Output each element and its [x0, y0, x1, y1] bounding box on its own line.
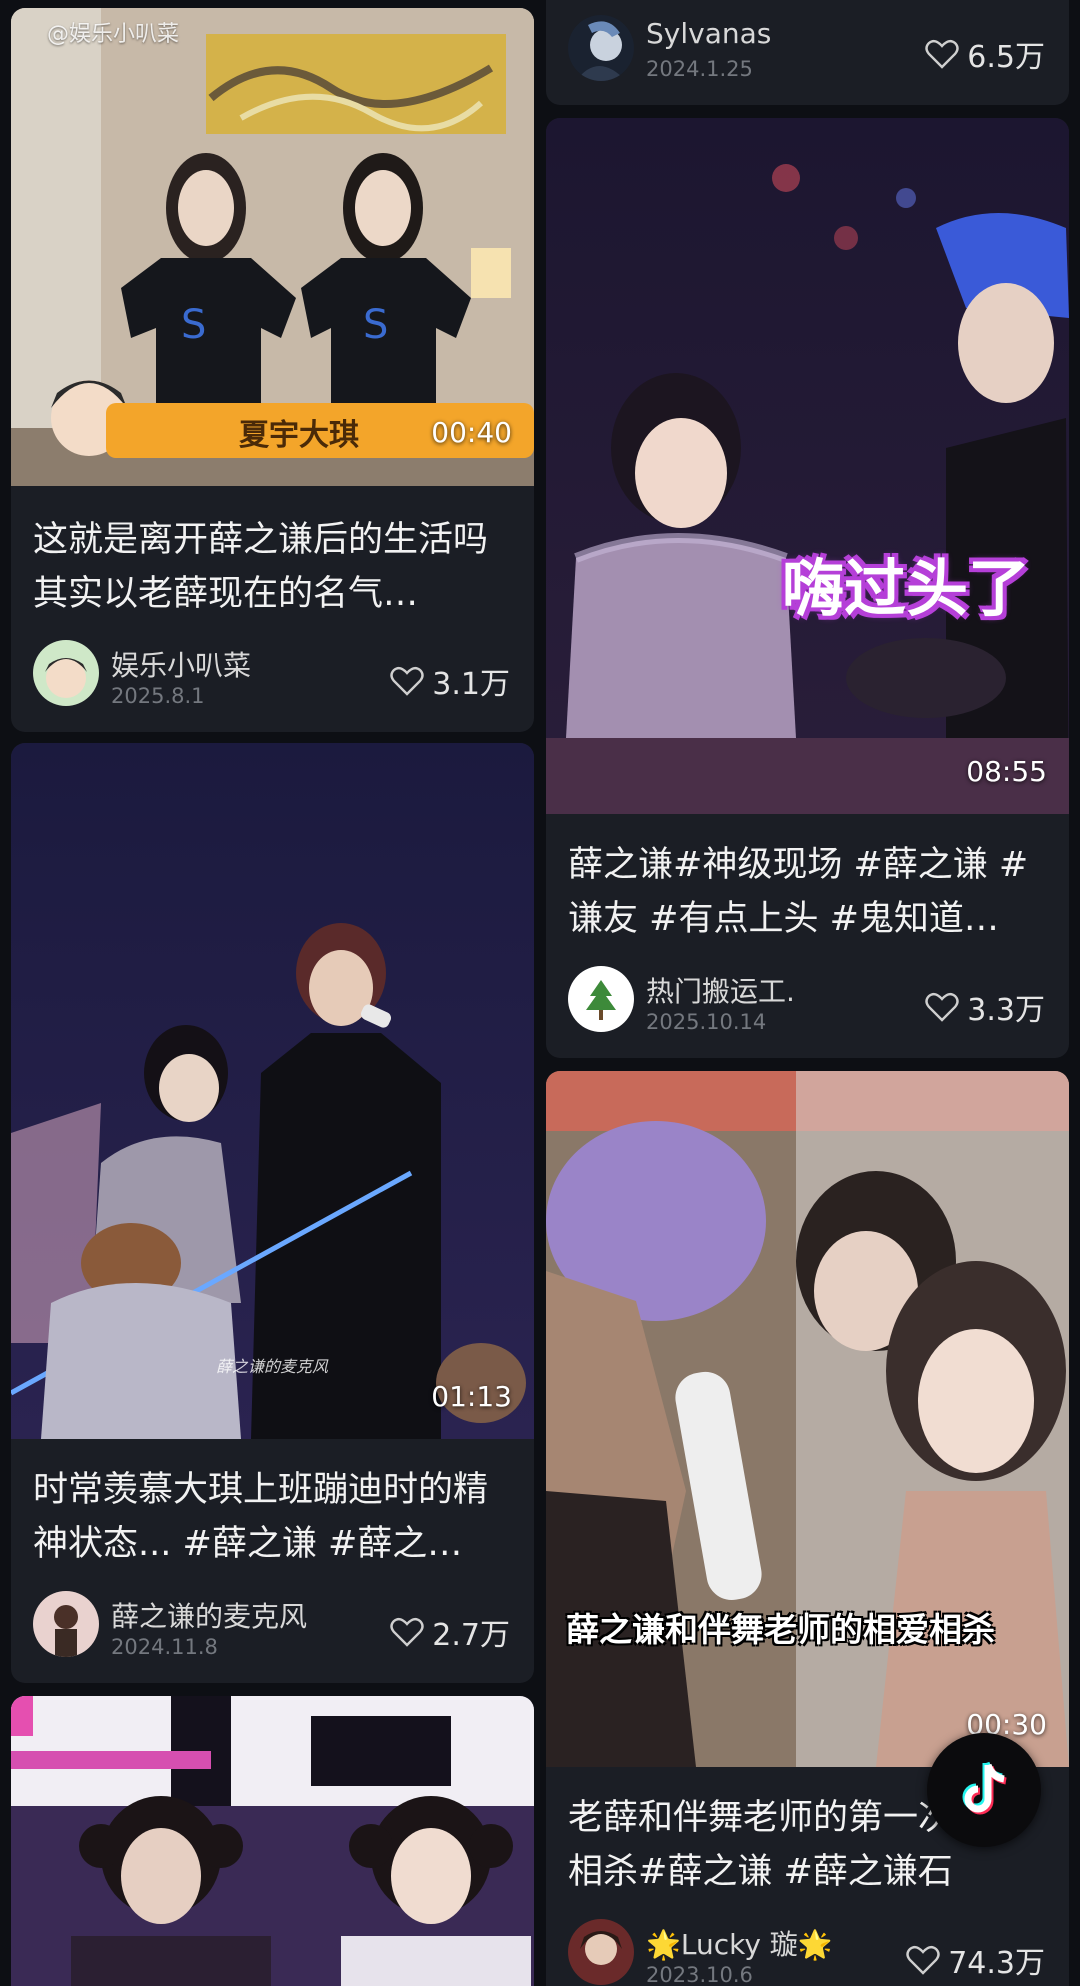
author-name[interactable]: 薛之谦的麦克风	[111, 1595, 307, 1635]
heart-outline-icon	[390, 666, 424, 696]
post-date: 2024.1.25	[646, 57, 753, 81]
video-duration: 00:40	[431, 416, 512, 449]
like-count[interactable]: 3.1万	[390, 659, 510, 703]
subtitle-text: 薛之谦和伴舞老师的相爱相杀	[566, 1610, 995, 1649]
caption-banner: 夏宇大琪	[239, 418, 359, 453]
author-name[interactable]: 热门搬运工.	[646, 970, 795, 1010]
avatar[interactable]	[33, 1591, 99, 1657]
thumbnail-image	[11, 743, 534, 1439]
author-name[interactable]: Sylvanas	[646, 17, 771, 50]
like-count[interactable]: 74.3万	[906, 1938, 1045, 1982]
video-duration: 01:13	[431, 1380, 512, 1413]
video-card[interactable]: S S @娱乐小叭菜 夏宇大琪 00:40 这就是离开薛之谦后的生活吗 其实以老…	[11, 8, 534, 732]
author-name[interactable]: 娱乐小叭菜	[111, 644, 251, 684]
svg-text:S: S	[363, 302, 388, 348]
video-card[interactable]: 薛之谦和伴舞老师的相爱相杀 00:30 老薛和伴舞老师的第一次相爱相杀#薛之谦 …	[546, 1071, 1069, 1986]
video-thumbnail[interactable]: 薛之谦和伴舞老师的相爱相杀 00:30	[546, 1071, 1069, 1767]
thumbnail-image	[11, 1696, 534, 1986]
avatar[interactable]	[568, 1919, 634, 1985]
video-title[interactable]: 薛之谦#神级现场 #薛之谦 #谦友 #有点上头 #鬼知道…	[568, 838, 1047, 946]
video-duration: 08:55	[966, 755, 1047, 788]
video-thumbnail[interactable]: 薛之谦的麦克风 01:13	[11, 743, 534, 1439]
post-date: 2025.8.1	[111, 684, 205, 708]
avatar[interactable]	[568, 15, 634, 81]
photo-caption: 薛之谦的麦克风	[216, 1357, 329, 1376]
like-count-text: 3.1万	[432, 667, 510, 702]
like-count[interactable]: 2.7万	[390, 1610, 510, 1654]
heart-outline-icon	[925, 39, 959, 69]
video-thumbnail[interactable]: 嗨过头了 08:55	[546, 118, 1069, 814]
thumbnail-image	[546, 118, 1069, 814]
post-date: 2025.10.14	[646, 1010, 767, 1034]
watermark: @娱乐小叭菜	[47, 22, 180, 47]
thumbnail-image	[546, 1071, 1069, 1767]
svg-text:S: S	[181, 302, 206, 348]
video-thumbnail[interactable]	[11, 1696, 534, 1986]
avatar[interactable]	[33, 640, 99, 706]
heart-outline-icon	[906, 1945, 940, 1975]
like-count[interactable]: 6.5万	[925, 32, 1045, 76]
video-title[interactable]: 时常羡慕大琪上班蹦迪时的精神状态... #薛之谦 #薛之…	[33, 1463, 512, 1571]
heart-outline-icon	[925, 992, 959, 1022]
author-name[interactable]: 🌟Lucky 璇🌟	[646, 1923, 833, 1963]
like-count-text: 3.3万	[967, 993, 1045, 1028]
avatar[interactable]	[568, 966, 634, 1032]
video-thumbnail[interactable]: S S @娱乐小叭菜 夏宇大琪 00:40	[11, 8, 534, 486]
tiktok-logo-icon	[962, 1761, 1007, 1815]
like-count-text: 6.5万	[967, 40, 1045, 75]
like-count[interactable]: 3.3万	[925, 985, 1045, 1029]
tiktok-floating-button[interactable]	[927, 1733, 1041, 1847]
video-title[interactable]: 这就是离开薛之谦后的生活吗 其实以老薛现在的名气…	[33, 513, 512, 621]
like-count-text: 74.3万	[948, 1946, 1045, 1981]
video-card[interactable]	[11, 1696, 534, 1986]
heart-outline-icon	[390, 1617, 424, 1647]
video-card[interactable]: 嗨过头了 08:55 薛之谦#神级现场 #薛之谦 #谦友 #有点上头 #鬼知道……	[546, 118, 1069, 1058]
video-card[interactable]: Sylvanas 2024.1.25 6.5万	[546, 0, 1069, 105]
like-count-text: 2.7万	[432, 1618, 510, 1653]
video-card[interactable]: 薛之谦的麦克风 01:13 时常羡慕大琪上班蹦迪时的精神状态... #薛之谦 #…	[11, 743, 534, 1683]
post-date: 2024.11.8	[111, 1635, 218, 1659]
overlay-text: 嗨过头了	[782, 552, 1031, 625]
